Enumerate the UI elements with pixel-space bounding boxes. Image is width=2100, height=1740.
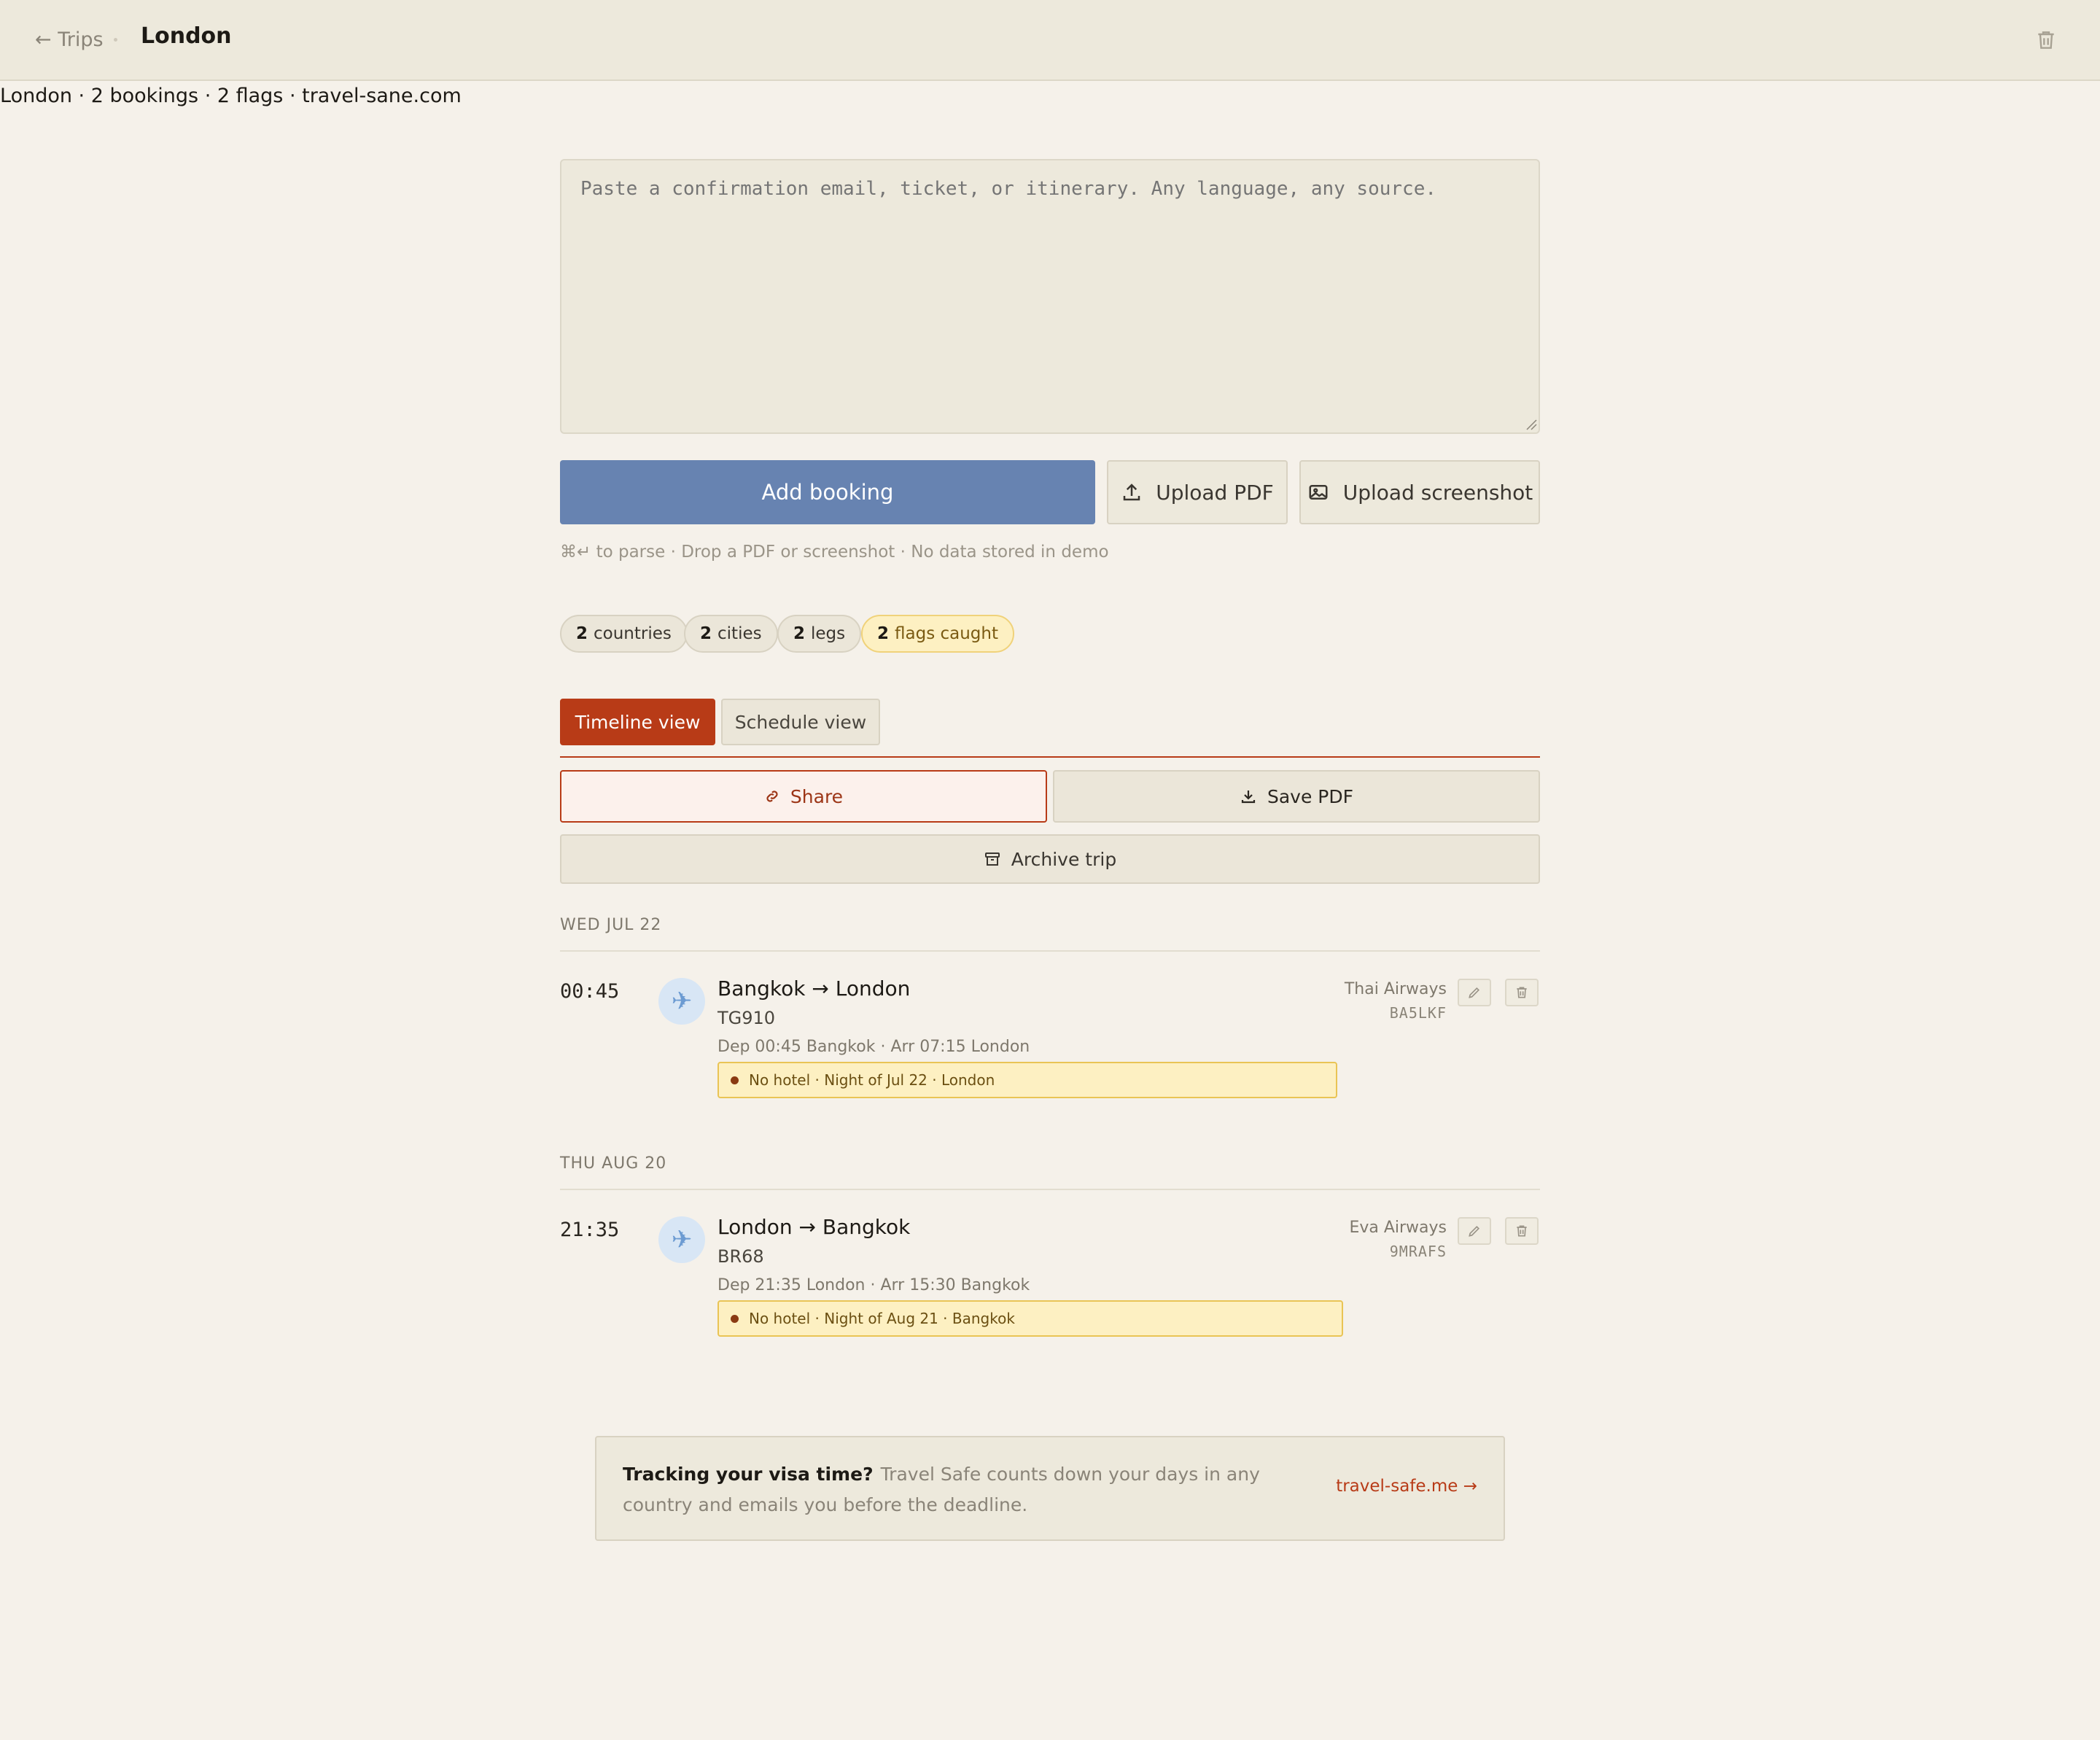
upload-pdf-label: Upload PDF: [1156, 480, 1274, 505]
upload-screenshot-button[interactable]: Upload screenshot: [1299, 460, 1540, 524]
edit-button[interactable]: [1458, 979, 1491, 1006]
archive-icon: [984, 852, 1000, 866]
pencil-icon: [1469, 987, 1480, 998]
delete-button[interactable]: [1505, 979, 1539, 1006]
leg-route[interactable]: Bangkok → London: [718, 976, 910, 1001]
stat-label: legs: [811, 624, 846, 643]
day-divider: [560, 950, 1540, 952]
trash-icon: [1517, 1225, 1527, 1237]
stat-label: flags caught: [895, 624, 999, 643]
top-bar: ← Trips London: [0, 0, 2100, 81]
no-hotel-warning[interactable]: No hotel · Night of Aug 21 · Bangkok: [718, 1300, 1343, 1337]
page-title: London: [141, 23, 232, 49]
stat-count: 2: [576, 624, 588, 643]
promo-heading: Tracking your visa time?: [623, 1464, 874, 1485]
save-pdf-label: Save PDF: [1267, 785, 1354, 807]
leg-route[interactable]: London → Bangkok: [718, 1215, 910, 1239]
warning-dot-icon: [731, 1314, 739, 1323]
stat-count: 2: [793, 624, 806, 643]
leg-time: 21:35: [560, 1219, 620, 1241]
edit-button[interactable]: [1458, 1217, 1491, 1245]
archive-trip-button[interactable]: Archive trip: [560, 834, 1540, 884]
share-button[interactable]: Share: [560, 770, 1047, 823]
share-label: Share: [790, 785, 844, 807]
stat-chip-legs: 2 legs: [777, 615, 862, 653]
upload-pdf-button[interactable]: Upload PDF: [1107, 460, 1288, 524]
download-icon: [1241, 791, 1256, 804]
flight-number: TG910: [718, 1008, 776, 1028]
tab-underline: [560, 756, 1540, 758]
stat-chip-cities: 2 cities: [684, 615, 778, 653]
day-header: WED JUL 22: [560, 916, 662, 934]
carrier-name: Eva Airways: [1349, 1219, 1447, 1237]
save-pdf-button[interactable]: Save PDF: [1053, 770, 1540, 823]
breadcrumb-separator: [114, 38, 117, 42]
booking-reference: BA5LKF: [1389, 1004, 1447, 1022]
trip-meta-line: London · 2 bookings · 2 flags · travel-s…: [0, 85, 462, 107]
trash-icon: [1517, 987, 1527, 998]
add-booking-button[interactable]: Add booking: [560, 460, 1095, 524]
leg-time: 00:45: [560, 980, 620, 1003]
airplane-icon: ✈: [671, 1225, 693, 1254]
travel-safe-link[interactable]: travel-safe.me →: [1336, 1477, 1477, 1496]
no-hotel-warning[interactable]: No hotel · Night of Jul 22 · London: [718, 1062, 1337, 1098]
leg-detail: Dep 00:45 Bangkok · Arr 07:15 London: [718, 1038, 1030, 1056]
visa-promo-card: Tracking your visa time? Travel Safe coun…: [595, 1436, 1505, 1541]
upload-icon: [1123, 483, 1140, 501]
stat-chip-countries: 2 countries: [560, 615, 688, 653]
warning-text: No hotel · Night of Aug 21 · Bangkok: [749, 1310, 1015, 1327]
stat-chip-flags[interactable]: 2 flags caught: [861, 615, 1015, 653]
leg-detail: Dep 21:35 London · Arr 15:30 Bangkok: [718, 1276, 1030, 1294]
delete-trip-icon[interactable]: [2034, 28, 2058, 53]
tab-schedule-view[interactable]: Schedule view: [721, 699, 880, 745]
flight-number: BR68: [718, 1246, 764, 1267]
flight-avatar: ✈: [658, 978, 705, 1025]
resize-handle-icon[interactable]: [1525, 419, 1537, 430]
archive-trip-label: Archive trip: [1011, 848, 1117, 870]
upload-screenshot-label: Upload screenshot: [1342, 480, 1533, 505]
day-header: THU AUG 20: [560, 1154, 667, 1173]
stat-label: countries: [594, 624, 672, 643]
parse-hint: ⌘↵ to parse · Drop a PDF or screenshot ·…: [560, 543, 1109, 562]
flight-avatar: ✈: [658, 1216, 705, 1263]
day-divider: [560, 1189, 1540, 1190]
stat-count: 2: [877, 624, 890, 643]
stat-count: 2: [700, 624, 712, 643]
paste-input[interactable]: [560, 159, 1540, 434]
link-icon: [766, 791, 778, 802]
carrier-name: Thai Airways: [1344, 980, 1447, 998]
booking-reference: 9MRAFS: [1389, 1243, 1447, 1260]
warning-text: No hotel · Night of Jul 22 · London: [749, 1071, 995, 1089]
back-to-trips-link[interactable]: ← Trips: [35, 25, 104, 54]
tab-timeline-view[interactable]: Timeline view: [560, 699, 715, 745]
pencil-icon: [1469, 1225, 1480, 1237]
warning-dot-icon: [731, 1076, 739, 1084]
image-icon: [1309, 485, 1328, 500]
stat-label: cities: [718, 624, 762, 643]
promo-text: Tracking your visa time? Travel Safe coun…: [623, 1459, 1308, 1520]
delete-button[interactable]: [1505, 1217, 1539, 1245]
airplane-icon: ✈: [671, 987, 693, 1016]
